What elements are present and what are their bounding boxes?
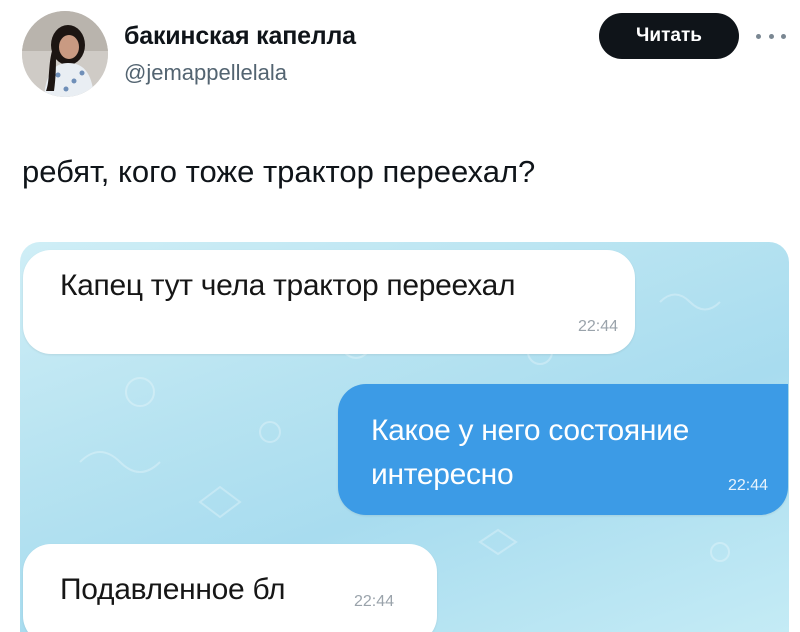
author-handle[interactable]: @jemappellelala	[124, 60, 287, 86]
more-dot	[768, 33, 774, 39]
chat-message-text: Какое у него состояние интересно	[371, 414, 689, 491]
chat-message-text: Подавленное бл	[60, 573, 286, 606]
chat-message-time: 22:44	[354, 593, 395, 610]
tweet-text: ребят, кого тоже трактор переехал?	[22, 154, 536, 189]
chat-screenshot: Капец тут чела трактор переехал 22:44 Ка…	[20, 242, 789, 632]
chat-message-time: 22:44	[727, 477, 768, 494]
more-dot	[781, 33, 786, 39]
more-dot	[756, 33, 761, 39]
author-display-name[interactable]: бакинская капелла	[124, 22, 356, 51]
follow-button[interactable]: Читать	[599, 13, 739, 59]
avatar[interactable]	[22, 11, 108, 97]
chat-message-text: Капец тут чела трактор переехал	[60, 269, 516, 302]
chat-message-outgoing: Какое у него состояние интересно 22:44	[338, 384, 788, 515]
chat-message-time: 22:44	[577, 318, 618, 335]
avatar-image	[22, 11, 108, 97]
more-dots-icon[interactable]	[756, 28, 786, 44]
chat-message-incoming: Капец тут чела трактор переехал 22:44	[23, 250, 635, 354]
chat-message-incoming: Подавленное бл 22:44	[23, 544, 437, 632]
